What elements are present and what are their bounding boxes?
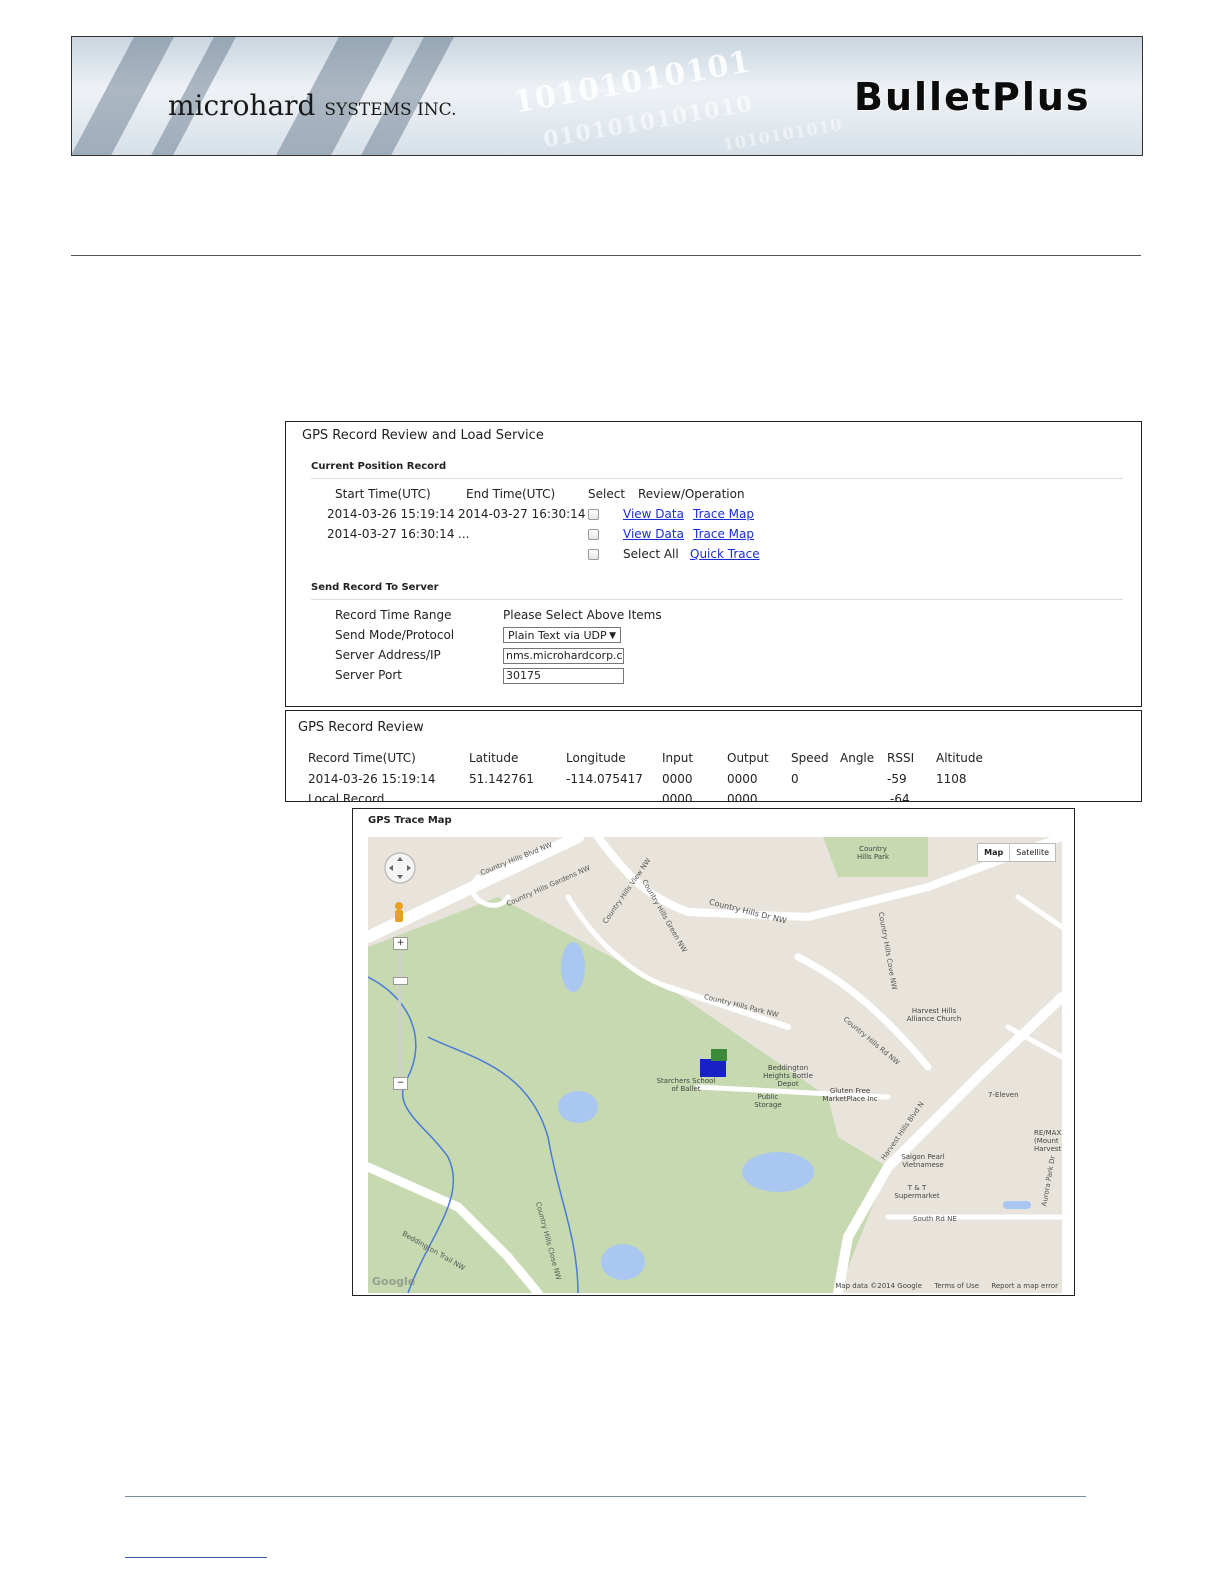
zoom-slider-handle[interactable] xyxy=(393,977,408,985)
column-header: Altitude xyxy=(936,751,983,765)
column-header: Record Time(UTC) xyxy=(308,751,416,765)
table-cell: 1108 xyxy=(936,772,967,786)
company-name: microhard xyxy=(168,89,316,122)
zoom-out-icon[interactable]: − xyxy=(393,1077,408,1090)
dropdown-arrow-icon: ▼ xyxy=(609,631,616,641)
trace-map-panel: GPS Trace Map Country Hills Blvd NW Coun… xyxy=(352,808,1075,1296)
send-mode-value: Plain Text via UDP xyxy=(508,629,607,642)
footer-divider xyxy=(125,1496,1086,1497)
row-select-checkbox[interactable] xyxy=(588,529,599,540)
map-footer: Map data ©2014 Google Terms of Use Repor… xyxy=(835,1282,1058,1290)
report-map-error-link[interactable]: Report a map error xyxy=(991,1282,1058,1290)
zoom-slider-track[interactable] xyxy=(398,941,401,1086)
terms-of-use-link[interactable]: Terms of Use xyxy=(934,1282,979,1290)
table-cell: 2014-03-26 15:19:14 xyxy=(308,772,436,786)
panel-title: GPS Trace Map xyxy=(368,815,452,826)
place-label: T & T Supermarket xyxy=(894,1184,940,1200)
place-label: Saigon Pearl Vietnamese xyxy=(901,1153,945,1169)
server-address-input[interactable]: nms.microhardcorp.com xyxy=(503,648,624,664)
road-label: South Rd NE xyxy=(913,1215,957,1223)
row-start-time: 2014-03-26 15:19:14 xyxy=(327,507,455,521)
place-label: Public Storage xyxy=(754,1093,782,1109)
column-header: Angle xyxy=(840,751,875,765)
table-cell: Local Record xyxy=(308,792,385,802)
row-start-time: 2014-03-27 16:30:14 xyxy=(327,527,455,541)
send-mode-select[interactable]: Plain Text via UDP ▼ xyxy=(503,627,621,643)
column-header-end: End Time(UTC) xyxy=(466,487,556,501)
load-service-panel: GPS Record Review and Load Service Curre… xyxy=(285,421,1142,707)
table-cell: 0000 xyxy=(662,772,693,786)
binary-decoration: 1010101010 xyxy=(721,114,845,155)
row-end-time: 2014-03-27 16:30:14 xyxy=(458,507,586,521)
company-logo: microhard SYSTEMS INC. xyxy=(168,89,457,122)
view-data-link[interactable]: View Data xyxy=(623,507,684,521)
panel-title: GPS Record Review and Load Service xyxy=(302,428,544,443)
table-cell: 0 xyxy=(791,772,799,786)
place-label: Harvest Hills Alliance Church xyxy=(906,1007,962,1023)
send-mode-label: Send Mode/Protocol xyxy=(335,628,455,642)
table-cell: 0000 xyxy=(662,792,693,802)
section-title-current: Current Position Record xyxy=(311,461,447,472)
section-title-send: Send Record To Server xyxy=(311,582,439,593)
column-header-select: Select xyxy=(588,487,626,501)
table-cell: -64 xyxy=(890,792,910,802)
table-cell: 51.142761 xyxy=(469,772,534,786)
street-view-pegman-icon[interactable] xyxy=(392,901,406,925)
time-range-label: Record Time Range xyxy=(335,608,452,622)
place-label: 7-Eleven xyxy=(988,1091,1019,1099)
section-rule xyxy=(311,599,1123,600)
select-all-checkbox[interactable] xyxy=(588,549,599,560)
header-banner: 10101010101 0101010101010 1010101010 mic… xyxy=(71,36,1143,156)
map-canvas[interactable]: Country Hills Blvd NW Country Hills Gard… xyxy=(368,837,1062,1293)
zoom-in-icon[interactable]: + xyxy=(393,937,408,950)
server-address-label: Server Address/IP xyxy=(335,648,441,662)
column-header: Latitude xyxy=(469,751,519,765)
server-port-input[interactable]: 30175 xyxy=(503,668,624,684)
column-header: RSSI xyxy=(887,751,915,765)
google-logo: Google xyxy=(372,1275,416,1288)
map-type-map-button[interactable]: Map xyxy=(978,844,1011,861)
company-suffix: SYSTEMS INC. xyxy=(324,100,457,120)
column-header: Longitude xyxy=(566,751,626,765)
place-label: Starchers School of Ballet xyxy=(656,1077,716,1093)
table-cell: -59 xyxy=(887,772,907,786)
column-header-operation: Review/Operation xyxy=(638,487,745,501)
time-range-value: Please Select Above Items xyxy=(503,608,662,622)
place-label: RE/MAX (Mount Harvest xyxy=(1034,1129,1062,1153)
trace-map-link[interactable]: Trace Map xyxy=(693,527,754,541)
map-type-satellite-button[interactable]: Satellite xyxy=(1010,844,1055,861)
place-label: Gluten Free MarketPlace Inc xyxy=(822,1087,878,1103)
map-type-control: Map Satellite xyxy=(977,843,1056,862)
panel-title: GPS Record Review xyxy=(298,720,424,735)
record-review-panel: GPS Record Review Record Time(UTC) Latit… xyxy=(285,710,1142,802)
map-attribution: Map data ©2014 Google xyxy=(835,1282,922,1290)
trace-map-link[interactable]: Trace Map xyxy=(693,507,754,521)
table-cell: -114.075417 xyxy=(566,772,643,786)
header-divider xyxy=(71,255,1141,256)
column-header: Input xyxy=(662,751,694,765)
quick-trace-link[interactable]: Quick Trace xyxy=(690,547,760,561)
row-end-time: ... xyxy=(458,527,470,541)
server-port-label: Server Port xyxy=(335,668,402,682)
footer-link-underline xyxy=(125,1557,267,1558)
select-all-label: Select All xyxy=(623,547,679,561)
column-header: Speed xyxy=(791,751,829,765)
place-label: Country Hills Park xyxy=(856,845,890,861)
table-cell: 0000 xyxy=(727,792,758,802)
table-cell: 0000 xyxy=(727,772,758,786)
column-header: Output xyxy=(727,751,769,765)
row-select-checkbox[interactable] xyxy=(588,509,599,520)
place-label: Beddington Heights Bottle Depot xyxy=(763,1064,813,1088)
pan-control-icon[interactable] xyxy=(383,851,417,885)
column-header-start: Start Time(UTC) xyxy=(335,487,431,501)
section-rule xyxy=(311,478,1123,479)
view-data-link[interactable]: View Data xyxy=(623,527,684,541)
product-name: BulletPlus xyxy=(854,75,1091,119)
